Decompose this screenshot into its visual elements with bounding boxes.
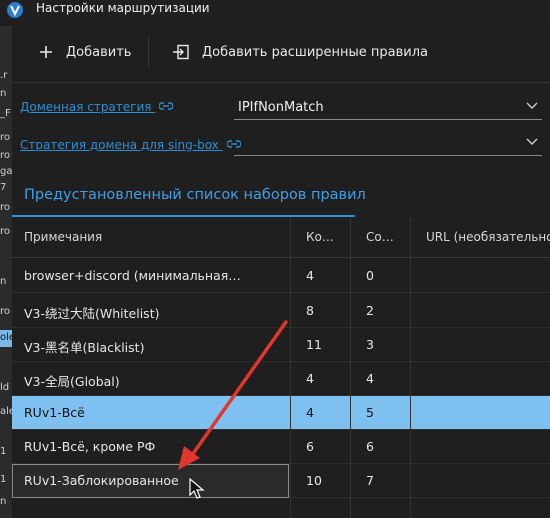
domain-strategy-link[interactable]: Доменная стратегия	[20, 100, 174, 114]
cell-remarks: RUv1-Всё	[24, 405, 85, 420]
column-header-url[interactable]: URL (необязательно	[426, 230, 550, 244]
title-bar[interactable]: Настройки маршрутизации	[0, 0, 550, 20]
cell-remarks: V3-全局(Global)	[24, 374, 120, 389]
cell-custom: 7	[366, 473, 374, 488]
table-row[interactable]: V3-黑名单(Blacklist) 11 3	[12, 328, 550, 362]
bg-text-fragment: n	[0, 276, 7, 287]
background-window-strip: .r n _F ro ro ga 7 ro ro n ro ole ld ale…	[0, 26, 12, 518]
cell-count: 4	[306, 405, 314, 420]
bg-text-fragment: ro	[0, 132, 11, 143]
add-advanced-rules-button[interactable]: Добавить расширенные правила	[172, 30, 428, 74]
add-advanced-rules-label: Добавить расширенные правила	[202, 44, 429, 60]
bg-text-fragment: ld	[0, 382, 10, 393]
table-row[interactable]: V3-绕过大陆(Whitelist) 8 2	[12, 294, 550, 328]
table-row[interactable]: V3-全局(Global) 4 4	[12, 362, 550, 396]
domain-strategy-select[interactable]: IPIfNonMatch	[234, 96, 542, 120]
table-row[interactable]: browser+discord (минимальная… 4 0	[12, 259, 550, 293]
rulesets-table: Примечания Ко… Co… URL (необязательно br…	[12, 218, 550, 518]
bg-text-fragment: 7	[0, 182, 7, 193]
add-button-label: Добавить	[66, 44, 132, 60]
domain-strategy-value: IPIfNonMatch	[238, 100, 324, 115]
cell-custom: 2	[366, 303, 374, 318]
bg-text-fragment: _F	[0, 108, 11, 119]
column-divider[interactable]	[350, 218, 351, 518]
cell-count: 4	[306, 371, 314, 386]
table-row-focused[interactable]: RUv1-Заблокированное 10 7	[12, 464, 550, 498]
singbox-strategy-select[interactable]	[234, 132, 542, 156]
toolbar-divider	[12, 82, 550, 83]
column-divider[interactable]	[290, 218, 291, 518]
cell-custom: 4	[366, 371, 374, 386]
add-button[interactable]: Добавить	[38, 30, 131, 74]
table-header: Примечания Ко… Co… URL (необязательно	[12, 218, 550, 258]
routing-settings-dialog: Добавить Добавить расширенные правила До…	[12, 20, 550, 518]
bg-text-fragment: ole	[0, 332, 12, 343]
column-header-custom[interactable]: Co…	[366, 230, 406, 244]
cell-remarks: RUv1-Заблокированное	[24, 473, 179, 488]
bg-text-fragment: 1	[0, 474, 7, 485]
bg-text-fragment: ro	[0, 202, 11, 213]
bg-text-fragment: ro	[0, 226, 11, 237]
bg-text-fragment: 1	[0, 446, 7, 457]
chevron-down-icon	[526, 138, 538, 145]
bg-text-fragment: ale	[0, 406, 12, 417]
table-row-selected[interactable]: RUv1-Всё 4 5	[12, 396, 550, 430]
domain-strategy-label: Доменная стратегия	[20, 100, 152, 114]
bg-text-fragment: n	[0, 88, 7, 99]
cell-custom: 5	[366, 405, 374, 420]
cell-count: 6	[306, 439, 314, 454]
toolbar: Добавить Добавить расширенные правила	[12, 30, 550, 74]
bg-text-fragment: .r	[0, 70, 8, 81]
window-title: Настройки маршрутизации	[36, 1, 210, 15]
link-icon	[158, 100, 174, 114]
cell-count: 8	[306, 303, 314, 318]
cell-remarks: V3-绕过大陆(Whitelist)	[24, 306, 160, 321]
cell-remarks: V3-黑名单(Blacklist)	[24, 340, 145, 355]
cell-custom: 0	[366, 268, 374, 283]
column-divider[interactable]	[410, 218, 411, 518]
tab-active-indicator	[12, 215, 355, 217]
cell-count: 11	[306, 337, 322, 352]
cell-custom: 3	[366, 337, 374, 352]
column-header-count[interactable]: Ко…	[306, 230, 346, 244]
app-logo-icon	[7, 2, 23, 18]
cell-remarks: RUv1-Всё, кроме РФ	[24, 439, 156, 454]
cell-custom: 6	[366, 439, 374, 454]
chevron-down-icon	[526, 102, 538, 109]
import-icon	[173, 44, 189, 60]
mouse-pointer-icon	[189, 478, 205, 499]
toolbar-separator	[148, 36, 149, 68]
cell-count: 4	[306, 268, 314, 283]
singbox-strategy-link[interactable]: Стратегия домена для sing-box	[20, 138, 242, 152]
bg-text-fragment: ro	[0, 150, 11, 161]
tab-preset-rulesets[interactable]: Предустановленный список наборов правил	[24, 187, 366, 203]
bg-text-fragment: ro	[0, 306, 11, 317]
column-header-remarks[interactable]: Примечания	[24, 230, 284, 244]
cell-count: 10	[306, 473, 322, 488]
bg-text-fragment: ga	[0, 166, 12, 177]
plus-icon	[40, 46, 52, 58]
cell-remarks: browser+discord (минимальная…	[24, 268, 241, 283]
singbox-strategy-label: Стратегия домена для sing-box	[20, 138, 219, 152]
table-row[interactable]: RUv1-Всё, кроме РФ 6 6	[12, 430, 550, 464]
bg-text-fragment: n	[0, 496, 7, 507]
